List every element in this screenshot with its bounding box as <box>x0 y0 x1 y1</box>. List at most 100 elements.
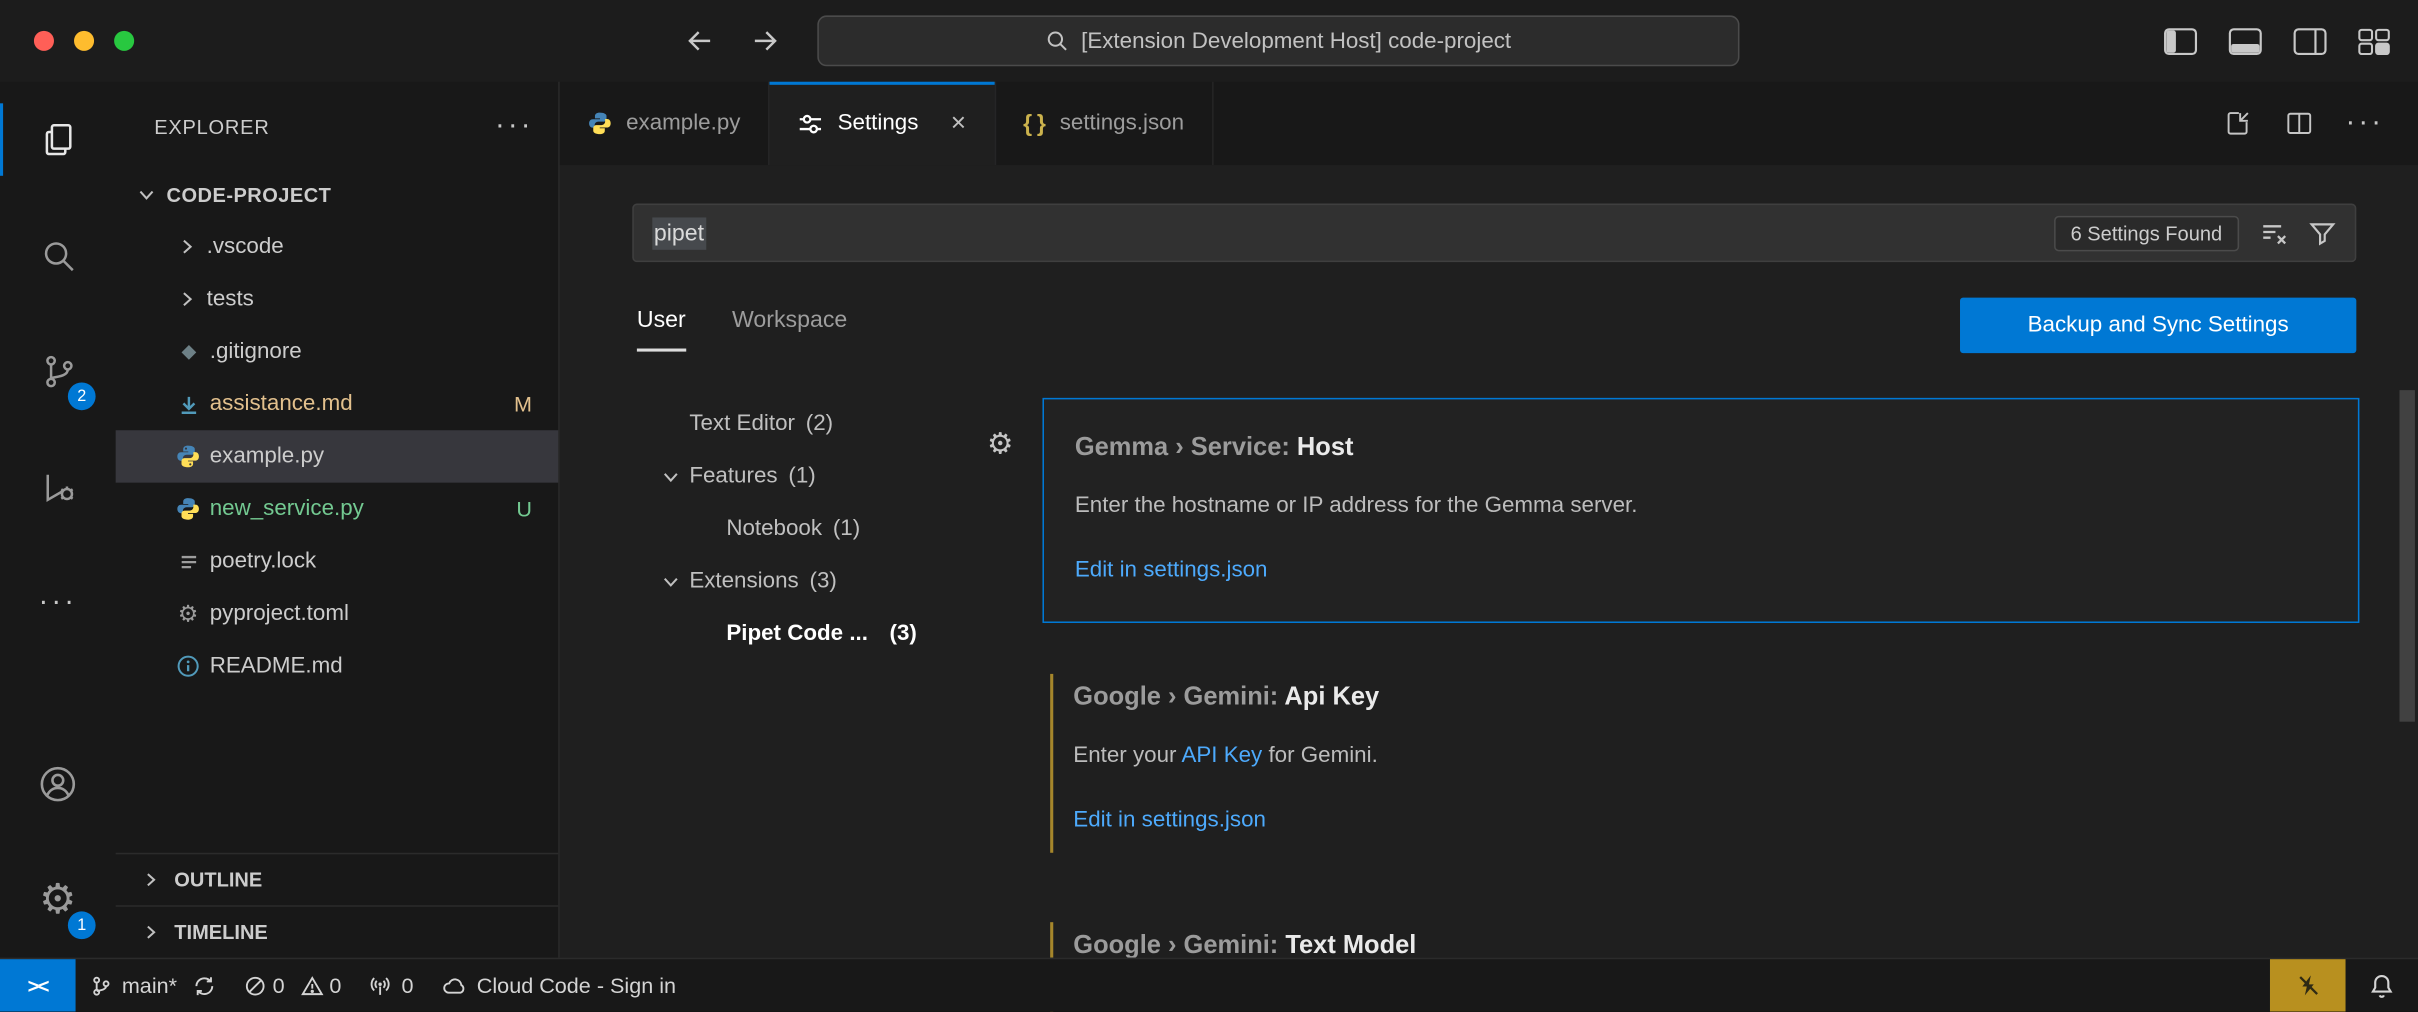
tree-item-poetry-lock[interactable]: poetry.lock <box>116 535 559 587</box>
gear-icon: ⚙ <box>39 879 76 921</box>
scope-tab-workspace[interactable]: Workspace <box>732 307 847 352</box>
bell-icon <box>2369 972 2395 998</box>
forward-icon[interactable] <box>749 25 781 57</box>
chevron-right-icon <box>171 288 202 310</box>
chevron-right-icon <box>134 870 165 890</box>
customize-layout-icon[interactable] <box>2358 27 2390 55</box>
explorer-activity-button[interactable] <box>0 82 116 198</box>
outline-section-header[interactable]: OUTLINE <box>116 853 559 905</box>
back-icon[interactable] <box>683 25 715 57</box>
api-key-link[interactable]: API Key <box>1181 743 1262 768</box>
toc-notebook[interactable]: Notebook (1) <box>591 503 1030 555</box>
run-debug-activity-button[interactable] <box>0 429 116 545</box>
markdown-file-icon <box>171 392 205 415</box>
json-braces-icon: { } <box>1023 110 1046 136</box>
settings-list: ⚙ Gemma › Service: Host Enter the hostna… <box>1042 398 2359 1012</box>
chevron-right-icon <box>171 236 202 258</box>
toc-text-editor[interactable]: Text Editor (2) <box>591 398 1030 450</box>
sync-icon <box>192 974 215 997</box>
radio-tower-icon <box>369 974 392 997</box>
extension-host-status-item[interactable] <box>2270 959 2346 1011</box>
more-views-activity-button[interactable]: ··· <box>0 544 116 660</box>
settings-badge: 1 <box>68 911 96 939</box>
settings-sliders-icon <box>798 110 824 136</box>
close-window-button[interactable] <box>34 31 54 51</box>
info-file-icon <box>171 654 205 679</box>
notifications-bell-item[interactable] <box>2346 959 2418 1011</box>
warning-icon <box>300 974 323 997</box>
toc-extensions[interactable]: Extensions (3) <box>591 555 1030 607</box>
tree-root[interactable]: CODE-PROJECT <box>116 168 559 220</box>
lock-file-icon <box>171 550 205 573</box>
tree-item-readme-md[interactable]: README.md <box>116 640 559 692</box>
status-bar: >< main* 0 0 <box>0 958 2418 1012</box>
window-title: [Extension Development Host] code-projec… <box>1081 29 1511 54</box>
setting-gear-icon[interactable]: ⚙ <box>987 427 1013 462</box>
chevron-down-icon <box>131 184 162 206</box>
cloud-icon <box>441 972 467 998</box>
problems-status-item[interactable]: 0 0 <box>229 959 355 1011</box>
toggle-panel-icon[interactable] <box>2228 27 2262 55</box>
tree-item-vscode[interactable]: .vscode <box>116 221 559 273</box>
timeline-section-header[interactable]: TIMELINE <box>116 905 559 957</box>
chevron-down-icon <box>652 466 689 488</box>
ports-status-item[interactable]: 0 <box>355 959 427 1011</box>
toggle-secondary-sidebar-icon[interactable] <box>2293 27 2327 55</box>
tree-item-pyproject-toml[interactable]: ⚙ pyproject.toml <box>116 588 559 640</box>
accounts-activity-button[interactable] <box>0 726 116 842</box>
tab-example-py[interactable]: example.py <box>560 82 770 165</box>
remote-indicator[interactable]: >< <box>0 959 76 1011</box>
split-editor-icon[interactable] <box>2284 108 2315 139</box>
tab-settings[interactable]: Settings × <box>770 82 996 165</box>
tree-item-gitignore[interactable]: .gitignore <box>116 325 559 377</box>
config-gear-icon: ⚙ <box>171 600 205 628</box>
explorer-more-actions-icon[interactable]: ··· <box>495 119 534 134</box>
tree-item-new-service-py[interactable]: new_service.py U <box>116 483 559 535</box>
cloud-code-status-item[interactable]: Cloud Code - Sign in <box>427 959 689 1011</box>
setting-description: Enter the hostname or IP address for the… <box>1075 490 2327 522</box>
vertical-scrollbar[interactable] <box>2400 390 2415 722</box>
toggle-sidebar-icon[interactable] <box>2164 27 2198 55</box>
settings-toc: Text Editor (2) Features (1) Notebook (1… <box>591 398 1030 660</box>
tree-item-assistance-md[interactable]: assistance.md M <box>116 378 559 430</box>
tree-item-tests[interactable]: tests <box>116 273 559 325</box>
command-center[interactable]: [Extension Development Host] code-projec… <box>817 15 1739 66</box>
zoom-window-button[interactable] <box>114 31 134 51</box>
edit-in-settings-json-link[interactable]: Edit in settings.json <box>1075 558 1268 583</box>
search-icon <box>38 235 78 275</box>
ellipsis-icon: ··· <box>39 595 78 610</box>
source-control-activity-button[interactable]: 2 <box>0 313 116 429</box>
tab-settings-json[interactable]: { } settings.json <box>995 82 1213 165</box>
window-controls <box>34 31 134 51</box>
filter-icon[interactable] <box>2309 219 2337 247</box>
clear-filters-icon[interactable] <box>2259 218 2288 247</box>
vscode-window: [Extension Development Host] code-projec… <box>0 0 2418 1012</box>
settings-search-value: pipet <box>652 217 705 249</box>
tab-bar: example.py Settings × { } settings.json … <box>560 82 2418 165</box>
search-activity-button[interactable] <box>0 197 116 313</box>
setting-gemma-service-host[interactable]: ⚙ Gemma › Service: Host Enter the hostna… <box>1042 398 2359 623</box>
more-actions-icon[interactable]: ··· <box>2346 116 2385 131</box>
edit-in-settings-json-link[interactable]: Edit in settings.json <box>1073 808 1266 833</box>
branch-status-item[interactable]: main* <box>76 959 230 1011</box>
backup-sync-settings-button[interactable]: Backup and Sync Settings <box>1960 298 2356 354</box>
scm-badge: 2 <box>68 382 96 410</box>
toc-pipet-code[interactable]: Pipet Code ... (3) <box>591 608 1030 660</box>
toc-features[interactable]: Features (1) <box>591 450 1030 502</box>
minimize-window-button[interactable] <box>74 31 94 51</box>
scope-tab-user[interactable]: User <box>637 307 686 352</box>
settings-search-input[interactable]: pipet 6 Settings Found <box>632 204 2356 263</box>
python-file-icon <box>171 444 205 469</box>
tree-item-example-py[interactable]: example.py <box>116 430 559 482</box>
settings-activity-button[interactable]: ⚙ 1 <box>0 842 116 958</box>
title-bar: [Extension Development Host] code-projec… <box>0 0 2418 82</box>
open-settings-json-icon[interactable] <box>2222 108 2253 139</box>
file-tree: CODE-PROJECT .vscode tests .gitignore as… <box>116 168 559 692</box>
editor-area: example.py Settings × { } settings.json … <box>560 82 2418 958</box>
chevron-down-icon <box>652 571 689 593</box>
run-debug-icon <box>38 466 78 506</box>
close-tab-icon[interactable]: × <box>951 108 966 139</box>
setting-google-gemini-api-key[interactable]: Google › Gemini: Api Key Enter your API … <box>1042 649 2359 871</box>
chevron-right-icon <box>134 922 165 942</box>
git-branch-icon <box>89 974 112 997</box>
